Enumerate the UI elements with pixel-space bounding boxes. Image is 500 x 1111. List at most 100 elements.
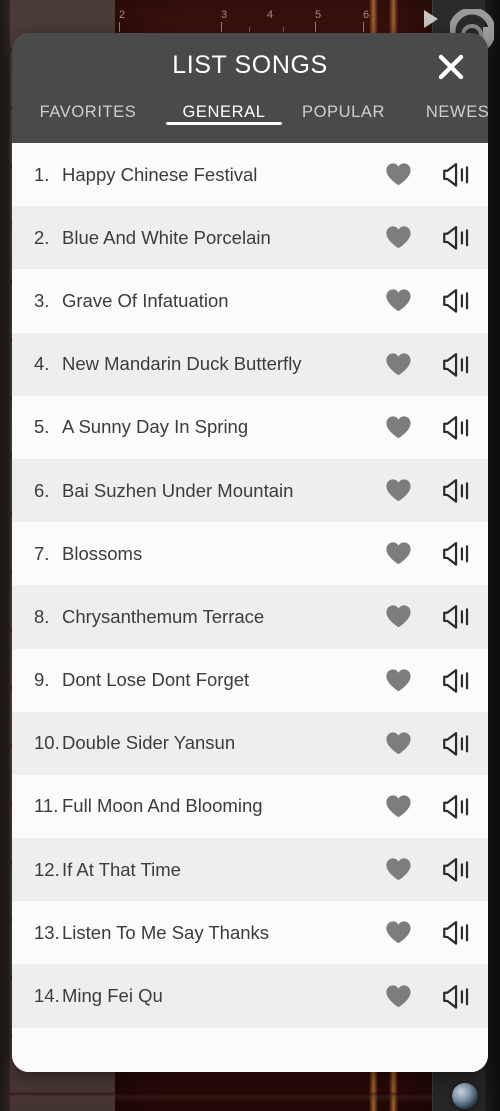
heart-icon[interactable] [370, 668, 426, 693]
tab-label: POPULAR [301, 103, 386, 121]
song-title: Blue And White Porcelain [62, 226, 271, 248]
song-title: Double Sider Yansun [62, 732, 236, 754]
tab-general[interactable]: GENERAL [164, 100, 284, 125]
ruler-tick-label: 3 [221, 9, 228, 21]
song-index: 9. [34, 669, 50, 691]
song-index: 12. [34, 858, 60, 880]
tab-label: GENERAL [182, 103, 266, 121]
song-row[interactable]: 1. Happy Chinese Festival [12, 143, 488, 207]
speaker-volume-icon[interactable] [426, 541, 488, 566]
background-ruler: 2 3 4 5 6 [115, 0, 432, 36]
close-icon[interactable] [434, 50, 468, 84]
heart-icon[interactable] [370, 415, 426, 440]
round-knob-icon [452, 1083, 478, 1109]
ruler-tick-label: 2 [119, 9, 126, 21]
tab-newest[interactable]: NEWEST [403, 100, 488, 122]
speaker-volume-icon[interactable] [426, 162, 488, 187]
song-index: 14. [34, 985, 60, 1007]
song-row[interactable]: 14. Ming Fei Qu [12, 964, 488, 1028]
tab-popular[interactable]: POPULAR [284, 100, 403, 122]
song-list[interactable]: 1. Happy Chinese Festival 2. Blue And Wh… [12, 143, 488, 1072]
speaker-volume-icon[interactable] [426, 352, 488, 377]
song-row[interactable]: 10. Double Sider Yansun [12, 711, 488, 775]
speaker-volume-icon[interactable] [426, 415, 488, 440]
song-title: If At That Time [62, 858, 181, 880]
dialog-title: LIST SONGS [172, 51, 328, 79]
heart-icon[interactable] [370, 731, 426, 756]
song-title: Dont Lose Dont Forget [62, 669, 250, 691]
song-title: Grave Of Infatuation [62, 289, 229, 311]
speaker-volume-icon[interactable] [426, 857, 488, 882]
heart-icon[interactable] [370, 162, 426, 187]
speaker-volume-icon[interactable] [426, 288, 488, 314]
song-row[interactable]: 7. Blossoms [12, 522, 488, 586]
song-title: Listen To Me Say Thanks [62, 921, 270, 943]
list-footer [12, 1027, 488, 1072]
song-row[interactable]: 2. Blue And White Porcelain [12, 206, 488, 270]
song-title: Ming Fei Qu [62, 985, 163, 1007]
speaker-volume-icon[interactable] [426, 984, 488, 1009]
dialog-header: LIST SONGS FAVORITES GENERAL POPULAR NEW… [12, 33, 488, 143]
song-row[interactable]: 9. Dont Lose Dont Forget [12, 648, 488, 712]
ruler-tick-mark [363, 22, 364, 32]
song-title: Bai Suzhen Under Mountain [62, 479, 294, 501]
heart-icon[interactable] [370, 920, 426, 945]
song-row[interactable]: 8. Chrysanthemum Terrace [12, 585, 488, 649]
song-row[interactable]: 4. New Mandarin Duck Butterfly [12, 332, 488, 396]
song-index: 11. [34, 795, 59, 817]
song-index: 2. [34, 226, 50, 248]
heart-icon[interactable] [370, 794, 426, 819]
tab-bar: FAVORITES GENERAL POPULAR NEWEST [12, 100, 488, 143]
song-index: 13. [34, 921, 60, 943]
ruler-tick-label: 5 [315, 9, 322, 21]
song-title: Full Moon And Blooming [62, 795, 263, 817]
play-triangle-icon[interactable] [424, 10, 438, 28]
heart-icon[interactable] [370, 225, 426, 250]
heart-icon[interactable] [370, 604, 426, 629]
song-row[interactable]: 12. If At That Time [12, 838, 488, 902]
song-index: 4. [34, 353, 50, 375]
list-songs-dialog: LIST SONGS FAVORITES GENERAL POPULAR NEW… [12, 33, 488, 1072]
song-title: Happy Chinese Festival [62, 163, 258, 185]
heart-icon[interactable] [370, 288, 426, 313]
background-left-edge [0, 0, 10, 1111]
song-title: A Sunny Day In Spring [62, 416, 249, 438]
speaker-volume-icon[interactable] [426, 920, 488, 946]
speaker-volume-icon[interactable] [426, 794, 488, 819]
ruler-tick-mark [283, 27, 284, 32]
song-title: Chrysanthemum Terrace [62, 605, 265, 627]
song-index: 5. [34, 416, 50, 438]
heart-icon[interactable] [370, 541, 426, 566]
speaker-volume-icon[interactable] [426, 478, 488, 503]
speaker-volume-icon[interactable] [426, 668, 488, 693]
speaker-volume-icon[interactable] [426, 731, 488, 756]
ruler-tick-label: 6 [363, 9, 370, 21]
heart-icon[interactable] [370, 857, 426, 882]
speaker-volume-icon[interactable] [426, 604, 488, 630]
song-row[interactable]: 6. Bai Suzhen Under Mountain [12, 458, 488, 523]
song-row[interactable]: 5. A Sunny Day In Spring [12, 395, 488, 459]
heart-icon[interactable] [370, 984, 426, 1009]
song-row[interactable]: 11. Full Moon And Blooming [12, 774, 488, 839]
song-index: 7. [34, 542, 50, 564]
song-row[interactable]: 3. Grave Of Infatuation [12, 269, 488, 333]
tab-label: FAVORITES [39, 103, 137, 121]
song-title: Blossoms [62, 542, 143, 564]
ruler-tick-mark [221, 22, 222, 32]
speaker-volume-icon[interactable] [426, 225, 488, 250]
ruler-tick-label: 4 [267, 9, 274, 21]
song-index: 10. [34, 732, 60, 754]
heart-icon[interactable] [370, 478, 426, 503]
tab-favorites[interactable]: FAVORITES [12, 100, 164, 122]
ruler-tick-mark [119, 22, 120, 32]
ruler-tick-mark [249, 27, 250, 32]
tab-label: NEWEST [425, 103, 488, 121]
ruler-tick-mark [315, 22, 316, 32]
song-index: 1. [34, 163, 50, 185]
song-index: 6. [34, 479, 50, 501]
song-title: New Mandarin Duck Butterfly [62, 353, 302, 375]
heart-icon[interactable] [370, 352, 426, 377]
song-index: 3. [34, 289, 50, 311]
song-index: 8. [34, 605, 50, 627]
song-row[interactable]: 13. Listen To Me Say Thanks [12, 901, 488, 965]
